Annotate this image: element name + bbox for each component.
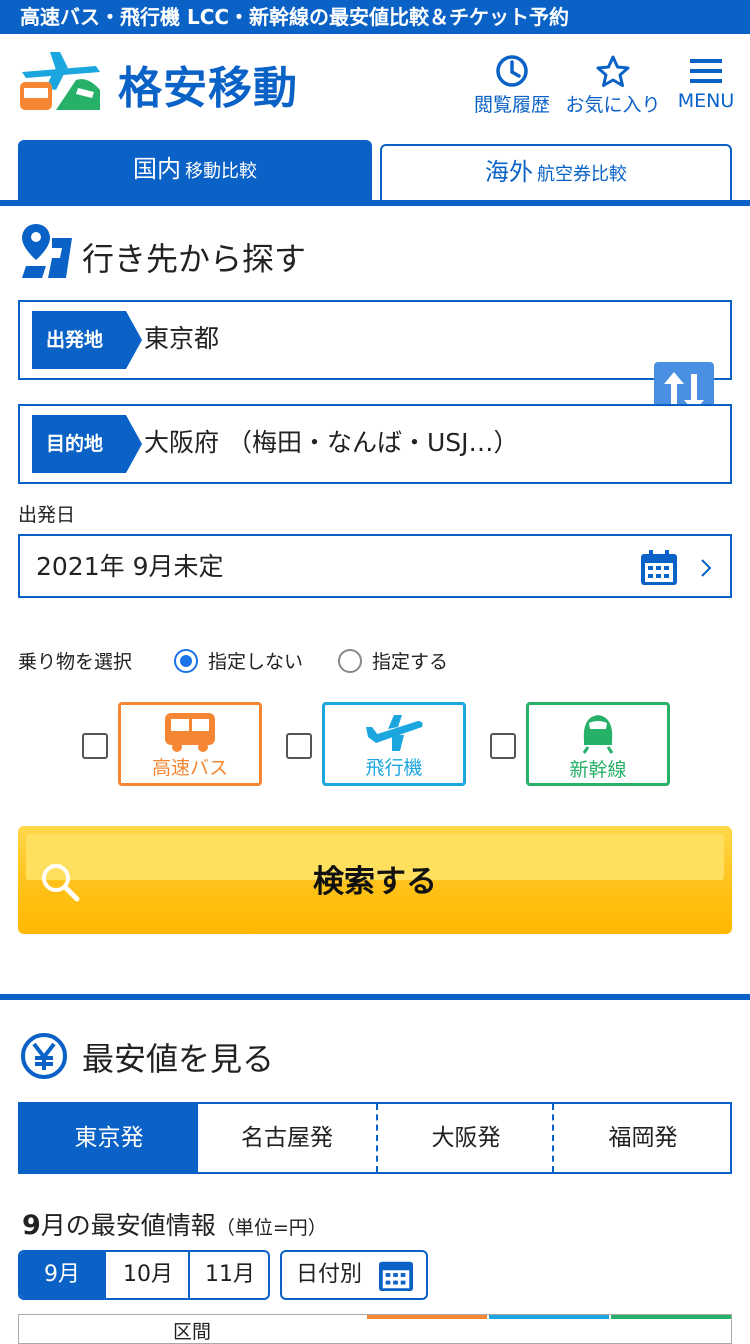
date-value: 2021年 9月未定 xyxy=(36,552,224,581)
region-tabs: 国内 移動比較 海外 航空券比較 xyxy=(18,140,732,200)
chevron-right-icon xyxy=(701,559,712,577)
mode-shinkansen[interactable]: 新幹線 xyxy=(526,702,670,786)
destination-field[interactable]: 目的地 大阪府 （梅田・なんば・USJ…） xyxy=(18,404,732,484)
col-bus-marker xyxy=(367,1315,487,1319)
menu-button[interactable]: MENU xyxy=(674,54,738,112)
hamburger-icon xyxy=(690,59,722,83)
tab-domestic-label: 国内 xyxy=(133,155,181,183)
unit-label: （単位=円） xyxy=(215,1217,327,1239)
search-button[interactable]: 検索する xyxy=(18,826,732,934)
site-name[interactable]: 格安移動 xyxy=(118,52,298,116)
month-heading-text: 月の最安値情報 xyxy=(40,1211,216,1240)
col-plane-marker xyxy=(489,1315,609,1319)
origin-tag: 出発地 xyxy=(32,311,142,369)
radio-no-specify-label: 指定しない xyxy=(208,651,304,673)
clock-icon xyxy=(496,55,528,87)
mode-bus[interactable]: 高速バス xyxy=(118,702,262,786)
radio-no-specify[interactable] xyxy=(174,649,198,673)
checkbox-bus[interactable] xyxy=(82,733,108,759)
tab-month-10[interactable]: 10月 xyxy=(104,1252,190,1298)
month-tabs: 9月 10月 11月 xyxy=(18,1250,270,1300)
logo-icon[interactable] xyxy=(16,46,106,112)
tab-origin-nagoya[interactable]: 名古屋発 xyxy=(198,1104,376,1172)
by-date-label: 日付別 xyxy=(296,1262,363,1287)
mode-plane-label: 飛行機 xyxy=(365,757,423,779)
map-pin-icon xyxy=(22,224,72,278)
menu-label: MENU xyxy=(677,90,735,112)
radio-specify[interactable] xyxy=(338,649,362,673)
origin-value: 東京都 xyxy=(144,324,220,353)
site-header: 格安移動 閲覧履歴 お気に入り MENU xyxy=(0,34,750,142)
tab-international-label: 海外 xyxy=(485,158,533,186)
mode-plane[interactable]: 飛行機 xyxy=(322,702,466,786)
radio-specify-label: 指定する xyxy=(372,651,449,673)
history-label: 閲覧履歴 xyxy=(473,94,550,116)
shinkansen-icon xyxy=(582,715,614,754)
date-field[interactable]: 2021年 9月未定 xyxy=(18,534,732,598)
col-shinkansen-marker xyxy=(611,1315,731,1319)
tab-month-9[interactable]: 9月 xyxy=(20,1252,104,1298)
tab-domestic-sub: 移動比較 xyxy=(185,161,257,182)
origin-tabs: 東京発 名古屋発 大阪発 福岡発 xyxy=(18,1102,732,1174)
destination-search-title: 行き先から探す xyxy=(82,240,307,278)
destination-tag: 目的地 xyxy=(32,415,142,473)
yen-icon xyxy=(21,1033,67,1079)
checkbox-plane[interactable] xyxy=(286,733,312,759)
month-heading-num: 9 xyxy=(22,1210,41,1241)
by-date-button[interactable]: 日付別 xyxy=(280,1250,428,1300)
date-label: 出発日 xyxy=(18,504,76,526)
star-icon xyxy=(596,55,630,87)
favorites-label: お気に入り xyxy=(565,94,661,116)
mode-shinkansen-label: 新幹線 xyxy=(569,759,627,781)
table-header-route: 区間 xyxy=(172,1321,211,1343)
tab-international-sub: 航空券比較 xyxy=(537,164,627,185)
top-banner: 高速バス・飛行機 LCC・新幹線の最安値比較＆チケット予約 xyxy=(0,0,750,34)
destination-value: 大阪府 （梅田・なんば・USJ…） xyxy=(144,428,519,457)
vehicle-select-label: 乗り物を選択 xyxy=(18,651,133,673)
calendar-small-icon xyxy=(379,1261,413,1292)
mode-bus-label: 高速バス xyxy=(151,757,228,779)
price-table-header: 区間 xyxy=(18,1314,732,1344)
cheapest-title: 最安値を見る xyxy=(82,1040,275,1078)
tab-international[interactable]: 海外 航空券比較 xyxy=(380,144,732,200)
tab-origin-osaka[interactable]: 大阪発 xyxy=(376,1104,554,1172)
checkbox-shinkansen[interactable] xyxy=(490,733,516,759)
favorites-button[interactable]: お気に入り xyxy=(562,54,664,117)
section-divider xyxy=(0,994,750,1000)
calendar-icon[interactable] xyxy=(640,550,678,586)
tab-underline xyxy=(0,200,750,206)
tab-month-11[interactable]: 11月 xyxy=(188,1252,268,1298)
origin-field[interactable]: 出発地 東京都 xyxy=(18,300,732,380)
tab-origin-tokyo[interactable]: 東京発 xyxy=(20,1104,198,1172)
tab-domestic[interactable]: 国内 移動比較 xyxy=(18,140,372,200)
history-button[interactable]: 閲覧履歴 xyxy=(472,54,552,117)
airplane-icon xyxy=(366,715,423,751)
month-heading: 9月の最安値情報（単位=円） xyxy=(22,1206,327,1242)
tab-origin-fukuoka[interactable]: 福岡発 xyxy=(552,1104,732,1172)
search-button-label: 検索する xyxy=(313,864,437,900)
bus-icon xyxy=(165,713,215,752)
